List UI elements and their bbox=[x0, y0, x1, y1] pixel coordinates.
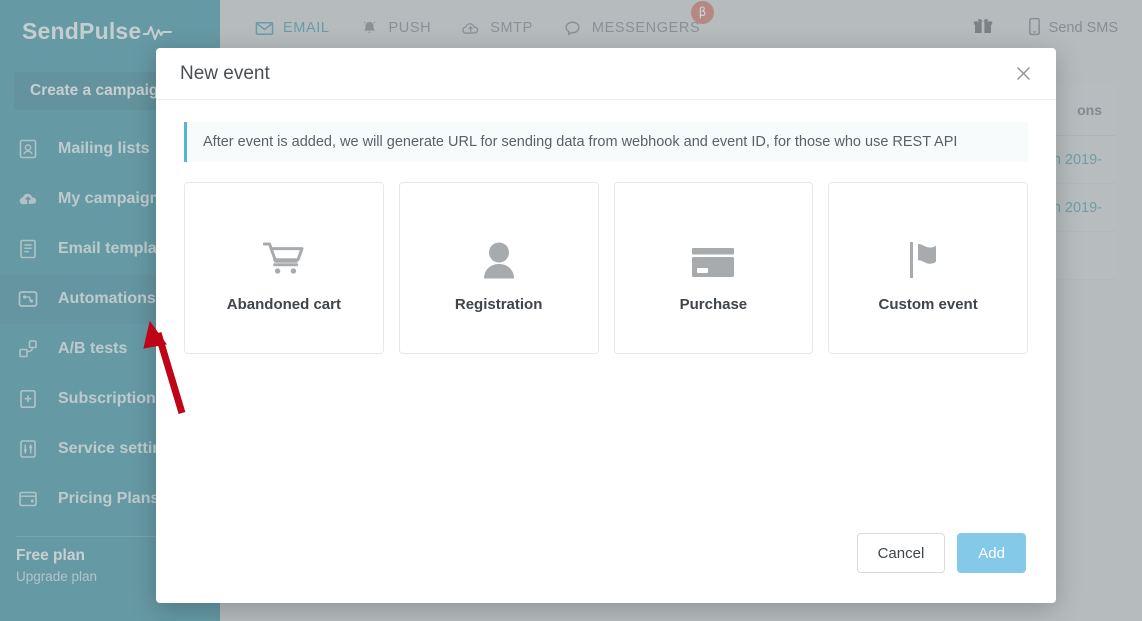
event-type-cards: Abandoned cart Registration Purchase bbox=[184, 182, 1028, 354]
user-silhouette-icon bbox=[478, 224, 520, 280]
event-card-label: Registration bbox=[455, 296, 543, 313]
flag-icon bbox=[908, 224, 948, 280]
event-card-label: Purchase bbox=[680, 296, 748, 313]
event-card-label: Custom event bbox=[879, 296, 978, 313]
event-card-registration[interactable]: Registration bbox=[399, 182, 599, 354]
event-card-label: Abandoned cart bbox=[227, 296, 341, 313]
event-card-custom-event[interactable]: Custom event bbox=[828, 182, 1028, 354]
cancel-button[interactable]: Cancel bbox=[857, 533, 946, 573]
credit-card-icon bbox=[691, 224, 735, 280]
app-root: EMAIL PUSH SMTP bbox=[0, 0, 1142, 621]
event-card-abandoned-cart[interactable]: Abandoned cart bbox=[184, 182, 384, 354]
modal-footer: Cancel Add bbox=[156, 533, 1056, 603]
shopping-cart-icon bbox=[263, 224, 305, 280]
new-event-modal: New event After event is added, we will … bbox=[156, 48, 1056, 603]
add-button[interactable]: Add bbox=[957, 533, 1026, 573]
page-title: New event bbox=[180, 63, 270, 85]
modal-body: After event is added, we will generate U… bbox=[156, 100, 1056, 533]
event-card-purchase[interactable]: Purchase bbox=[614, 182, 814, 354]
info-banner: After event is added, we will generate U… bbox=[184, 122, 1028, 162]
close-icon[interactable] bbox=[1010, 61, 1036, 87]
modal-header: New event bbox=[156, 48, 1056, 100]
